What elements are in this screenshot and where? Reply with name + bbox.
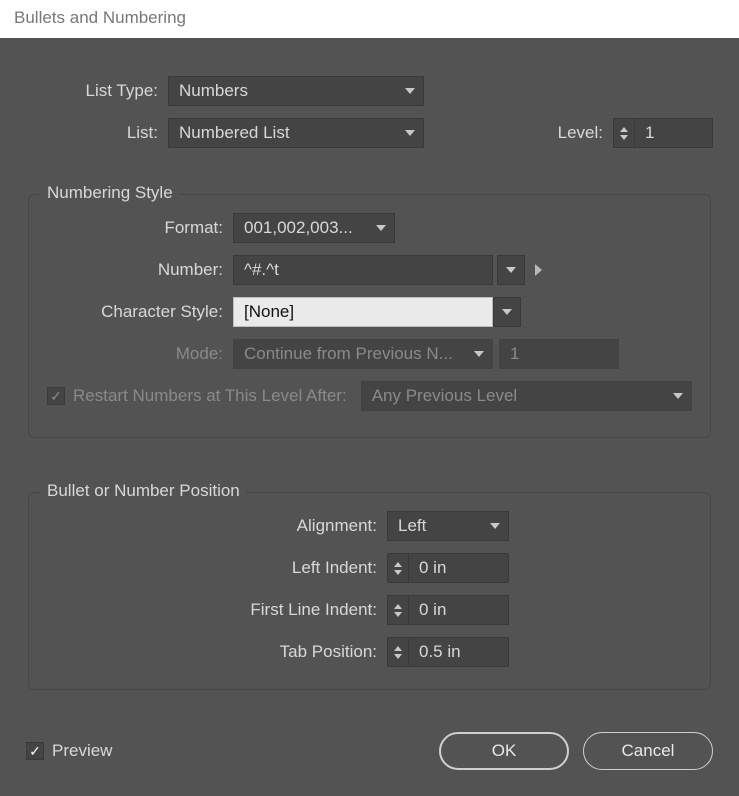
format-value: 001,002,003... (244, 218, 353, 238)
ok-button[interactable]: OK (439, 732, 569, 770)
number-dropdown-button[interactable] (497, 255, 525, 285)
chevron-down-icon (394, 612, 402, 617)
first-line-indent-label: First Line Indent: (47, 600, 387, 620)
chevron-up-icon (394, 604, 402, 609)
level-value[interactable]: 1 (635, 118, 713, 148)
numbering-style-group: Numbering Style Format: 001,002,003... N… (28, 194, 711, 438)
numbering-style-legend: Numbering Style (41, 183, 179, 203)
chevron-down-icon (405, 130, 415, 136)
list-label: List: (26, 123, 168, 143)
chevron-up-icon (394, 562, 402, 567)
number-label: Number: (47, 260, 233, 280)
spinner-buttons[interactable] (613, 118, 635, 148)
tab-position-value[interactable]: 0.5 in (409, 637, 509, 667)
chevron-down-icon (474, 351, 484, 357)
list-select[interactable]: Numbered List (168, 118, 424, 148)
left-indent-spinner[interactable]: 0 in (387, 553, 509, 583)
chevron-down-icon (620, 135, 628, 140)
mode-select[interactable]: Continue from Previous N... (233, 339, 493, 369)
flyout-arrow-icon[interactable] (535, 264, 542, 276)
chevron-up-icon (620, 127, 628, 132)
checkmark-icon: ✓ (29, 744, 41, 758)
restart-value: Any Previous Level (372, 386, 518, 406)
left-indent-value[interactable]: 0 in (409, 553, 509, 583)
chevron-down-icon (394, 570, 402, 575)
chevron-down-icon (502, 309, 512, 315)
dialog-title: Bullets and Numbering (0, 0, 739, 38)
cancel-button[interactable]: Cancel (583, 732, 713, 770)
position-group: Bullet or Number Position Alignment: Lef… (28, 492, 711, 690)
preview-label: Preview (52, 741, 112, 761)
char-style-dropdown-button[interactable] (493, 297, 521, 327)
chevron-down-icon (376, 225, 386, 231)
chevron-down-icon (673, 393, 683, 399)
format-select[interactable]: 001,002,003... (233, 213, 395, 243)
first-line-indent-value[interactable]: 0 in (409, 595, 509, 625)
spinner-buttons[interactable] (387, 595, 409, 625)
checkmark-icon: ✓ (50, 389, 62, 403)
position-legend: Bullet or Number Position (41, 481, 246, 501)
restart-label: Restart Numbers at This Level After: (73, 386, 361, 406)
alignment-select[interactable]: Left (387, 511, 509, 541)
chevron-down-icon (405, 88, 415, 94)
list-value: Numbered List (179, 123, 290, 143)
left-indent-label: Left Indent: (47, 558, 387, 578)
chevron-down-icon (394, 654, 402, 659)
first-line-indent-spinner[interactable]: 0 in (387, 595, 509, 625)
chevron-up-icon (394, 646, 402, 651)
char-style-select[interactable]: [None] (233, 297, 493, 327)
alignment-label: Alignment: (47, 516, 387, 536)
alignment-value: Left (398, 516, 426, 536)
char-style-value: [None] (244, 302, 294, 322)
number-input[interactable]: ^#.^t (233, 255, 493, 285)
mode-start-value: 1 (499, 339, 619, 369)
tab-position-label: Tab Position: (47, 642, 387, 662)
spinner-buttons[interactable] (387, 553, 409, 583)
restart-select: Any Previous Level (361, 381, 692, 411)
list-type-select[interactable]: Numbers (168, 76, 424, 106)
list-type-value: Numbers (179, 81, 248, 101)
mode-value: Continue from Previous N... (244, 344, 453, 364)
restart-checkbox: ✓ (47, 387, 65, 405)
char-style-label: Character Style: (47, 302, 233, 322)
spinner-buttons[interactable] (387, 637, 409, 667)
tab-position-spinner[interactable]: 0.5 in (387, 637, 509, 667)
level-label: Level: (558, 123, 613, 143)
mode-label: Mode: (47, 344, 233, 364)
list-type-label: List Type: (26, 81, 168, 101)
level-spinner[interactable]: 1 (613, 118, 713, 148)
preview-checkbox[interactable]: ✓ (26, 742, 44, 760)
number-value: ^#.^t (244, 260, 279, 280)
chevron-down-icon (490, 523, 500, 529)
format-label: Format: (47, 218, 233, 238)
chevron-down-icon (506, 267, 516, 273)
